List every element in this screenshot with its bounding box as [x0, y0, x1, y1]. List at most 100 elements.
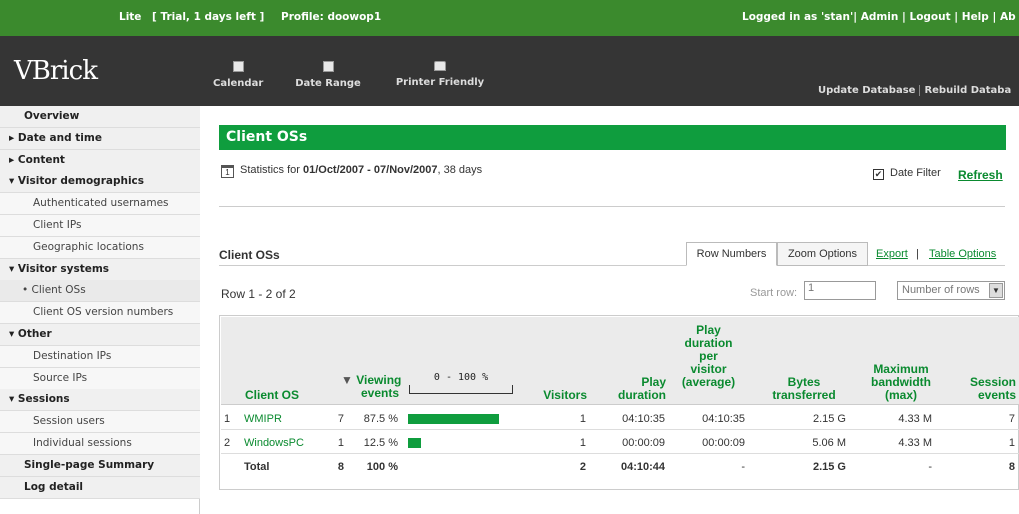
sidebar-item[interactable]: Session users — [0, 411, 200, 434]
link-separator: | — [916, 248, 919, 260]
cell-max-bw: 4.33 M — [898, 437, 932, 449]
total-label: Total — [244, 461, 270, 473]
sidebar-item[interactable]: Source IPs — [0, 367, 200, 390]
divider — [868, 265, 1005, 266]
percent-bar — [408, 414, 499, 424]
cell-sessions: 1 — [1008, 437, 1015, 449]
date-filter[interactable]: ✔ Date Filter — [873, 167, 941, 180]
sidebar-item[interactable]: ▾ Visitor demographics — [0, 171, 200, 194]
calendar-button[interactable]: Calendar — [213, 61, 263, 89]
logo: VBrick — [14, 56, 98, 86]
sidebar: Overview ▸ Date and time ▸ Content ▾ Visito… — [0, 106, 200, 514]
app-header: VBrick Calendar Date Range Printer Frien… — [0, 36, 1019, 106]
date-filter-checkbox[interactable]: ✔ — [873, 169, 884, 180]
printer-friendly-button[interactable]: Printer Friendly — [392, 61, 488, 88]
sidebar-item[interactable]: Authenticated usernames — [0, 193, 200, 216]
top-status-bar: Lite [ Trial, 1 days left ] Profile: doo… — [0, 0, 1019, 36]
profile-label: Profile: doowop1 — [281, 11, 382, 23]
cell-visitors: 1 — [579, 413, 586, 425]
chevron-down-icon[interactable]: ▼ — [989, 283, 1003, 298]
sidebar-item[interactable]: • Client OSs — [0, 280, 200, 303]
update-database-link[interactable]: Update Database — [818, 85, 915, 96]
cell-os[interactable]: WindowsPC — [244, 437, 324, 449]
section-title: Client OSs — [219, 248, 280, 262]
cell-os[interactable]: WMIPR — [244, 413, 324, 425]
rebuild-database-link[interactable]: Rebuild Databa — [924, 85, 1011, 96]
tab-row-numbers[interactable]: Row Numbers — [686, 242, 777, 266]
cell-num: 2 — [224, 437, 231, 449]
percent-bar — [408, 438, 421, 448]
table-options-link[interactable]: Table Options — [929, 248, 996, 260]
page-title: Client OSs — [219, 125, 1006, 150]
sidebar-item[interactable]: Client OS version numbers — [0, 302, 200, 325]
printer-icon — [434, 61, 446, 71]
row-count: Row 1 - 2 of 2 — [221, 287, 296, 301]
cell-num: 1 — [224, 413, 231, 425]
trial-label: [ Trial, 1 days left ] — [152, 11, 265, 23]
total-visitors: 2 — [579, 461, 586, 473]
cell-events: 1 — [337, 437, 344, 449]
cell-bytes: 5.06 M — [812, 437, 846, 449]
col-viewing-events[interactable]: ▼ Viewing events — [341, 373, 401, 400]
sidebar-item[interactable]: ▾ Sessions — [0, 389, 200, 412]
stats-line: 1 Statistics for 01/Oct/2007 - 07/Nov/200… — [221, 164, 482, 178]
sidebar-item[interactable]: Overview — [0, 106, 200, 128]
start-row-label: Start row: — [750, 287, 798, 299]
user-links[interactable]: Logged in as 'stan'| Admin | Logout | He… — [742, 11, 1019, 23]
sidebar-item[interactable]: Individual sessions — [0, 433, 200, 455]
cell-visitors: 1 — [579, 437, 586, 449]
total-events: 8 — [337, 461, 344, 473]
sidebar-item[interactable]: ▸ Date and time — [0, 127, 200, 150]
number-of-rows-select[interactable]: Number of rows ▼ — [897, 281, 1005, 300]
divider — [219, 206, 1005, 207]
cell-events: 7 — [337, 413, 344, 425]
percent-scale — [409, 385, 513, 394]
calendar-icon[interactable]: 1 — [221, 165, 234, 178]
table-header: Client OS ▼ Viewing events 0 - 100 % Vis… — [221, 317, 1019, 405]
sidebar-item[interactable]: ▾ Visitor systems — [0, 258, 200, 281]
date-range-button[interactable]: Date Range — [293, 61, 363, 89]
date-range-icon — [322, 61, 334, 72]
sidebar-item[interactable]: Log detail — [0, 476, 200, 499]
cell-per-visitor: 04:10:35 — [702, 413, 745, 425]
cell-sessions: 7 — [1008, 413, 1015, 425]
total-sessions: 8 — [1008, 461, 1015, 473]
sidebar-item[interactable]: ▾ Other — [0, 324, 200, 346]
sidebar-item[interactable]: Destination IPs — [0, 345, 200, 368]
calendar-icon — [232, 61, 244, 72]
col-bytes[interactable]: Bytes transferred — [761, 376, 847, 402]
cell-play: 00:00:09 — [622, 437, 665, 449]
total-max-bw: - — [928, 461, 932, 473]
total-bytes: 2.15 G — [812, 461, 846, 473]
cell-pct: 12.5 % — [363, 437, 398, 449]
sidebar-item[interactable]: Geographic locations — [0, 236, 200, 259]
sidebar-item[interactable]: Client IPs — [0, 215, 200, 237]
col-max-bandwidth[interactable]: Maximum bandwidth (max) — [861, 363, 941, 402]
total-play: 04:10:44 — [620, 461, 665, 473]
col-visitors[interactable]: Visitors — [521, 389, 587, 402]
divider — [219, 265, 686, 266]
col-client-os[interactable]: Client OS — [245, 389, 299, 402]
sort-arrow-icon: ▼ — [341, 373, 353, 387]
sidebar-item[interactable]: Single-page Summary — [0, 454, 200, 477]
row-divider — [221, 429, 1019, 430]
total-pct: 100 % — [366, 461, 398, 473]
cell-play: 04:10:35 — [622, 413, 665, 425]
cell-pct: 87.5 % — [363, 413, 398, 425]
cell-max-bw: 4.33 M — [898, 413, 932, 425]
scale-label: 0 - 100 % — [433, 372, 489, 383]
total-per-visitor: - — [741, 461, 745, 473]
col-play-duration[interactable]: Play duration — [601, 376, 666, 402]
export-link[interactable]: Export — [876, 248, 908, 260]
sidebar-item[interactable]: ▸ Content — [0, 149, 200, 172]
tab-zoom-options[interactable]: Zoom Options — [777, 242, 868, 266]
cell-per-visitor: 00:00:09 — [702, 437, 745, 449]
stats-date-range: 01/Oct/2007 - 07/Nov/2007 — [302, 164, 438, 176]
refresh-link[interactable]: Refresh — [958, 168, 1003, 182]
date-filter-label: Date Filter — [890, 167, 941, 179]
col-play-per-visitor[interactable]: Play duration per visitor (average) — [671, 324, 746, 389]
data-table: Client OS ▼ Viewing events 0 - 100 % Vis… — [219, 315, 1019, 490]
col-session-events[interactable]: Session events — [956, 376, 1016, 402]
cell-bytes: 2.15 G — [812, 413, 846, 425]
start-row-input[interactable]: 1 — [804, 281, 876, 300]
